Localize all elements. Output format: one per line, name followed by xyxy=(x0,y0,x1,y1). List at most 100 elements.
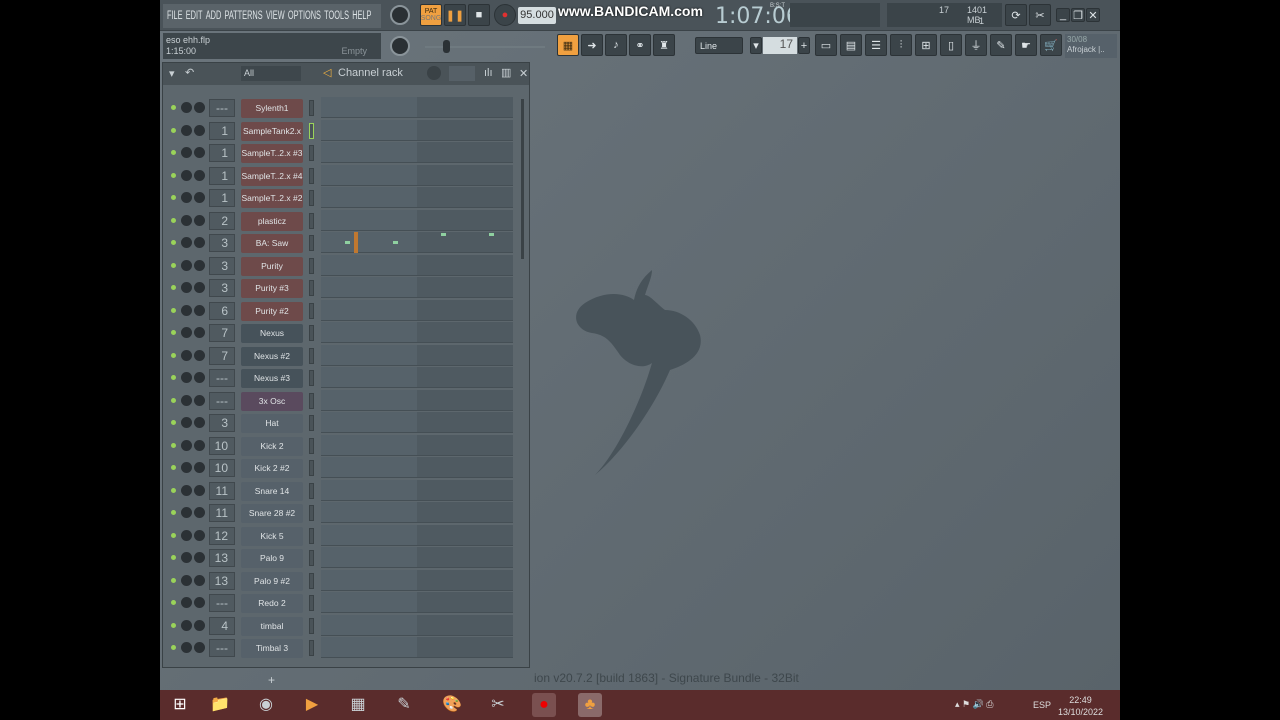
minimize-button[interactable]: _ xyxy=(1056,8,1070,22)
close-rack-icon[interactable]: ✕ xyxy=(519,67,528,80)
volume-knob[interactable] xyxy=(194,169,205,181)
channel-name-button[interactable]: Purity #3 xyxy=(241,279,303,298)
mixer-track-number[interactable]: 4 xyxy=(209,616,235,635)
calculator-icon[interactable]: ▦ xyxy=(346,693,370,717)
channel-select[interactable] xyxy=(309,212,314,229)
snap-select[interactable]: Line xyxy=(695,37,743,54)
channel-name-button[interactable]: Nexus #3 xyxy=(241,369,303,388)
pat-song-toggle[interactable]: PAT SONG xyxy=(420,4,442,26)
windows-start-icon[interactable]: ⊞ xyxy=(168,693,192,717)
channel-select[interactable] xyxy=(309,167,314,184)
pan-knob[interactable] xyxy=(181,282,192,293)
mute-led[interactable] xyxy=(171,195,176,200)
mixer-track-number[interactable]: 3 xyxy=(209,279,235,297)
channel-name-button[interactable]: BA: Saw xyxy=(241,234,303,253)
mixer-track-number[interactable]: 1 xyxy=(209,189,235,207)
step-sequencer-lane[interactable] xyxy=(321,614,513,636)
pan-knob[interactable] xyxy=(181,214,192,226)
mute-led[interactable] xyxy=(171,217,176,223)
volume-knob[interactable] xyxy=(194,304,205,316)
step-sequencer-lane[interactable] xyxy=(321,322,513,343)
volume-knob[interactable] xyxy=(194,552,205,563)
clock[interactable]: 22:49 13/10/2022 xyxy=(1058,694,1103,718)
menu-tools[interactable]: TOOLS xyxy=(324,10,349,22)
channel-select[interactable] xyxy=(309,460,314,476)
mute-led[interactable] xyxy=(171,555,176,560)
pan-knob[interactable] xyxy=(181,192,192,203)
volume-knob[interactable] xyxy=(194,642,205,653)
channel-name-button[interactable]: Snare 14 xyxy=(241,481,303,501)
step-sequencer-lane[interactable] xyxy=(321,209,513,231)
volume-knob[interactable] xyxy=(194,259,205,271)
volume-knob[interactable] xyxy=(194,327,205,338)
add-channel-button[interactable]: + xyxy=(268,673,275,687)
mute-led[interactable] xyxy=(171,532,176,538)
channel-select[interactable] xyxy=(309,617,314,634)
pan-knob[interactable] xyxy=(181,619,192,631)
volume-knob[interactable] xyxy=(194,349,205,361)
step-sequencer-lane[interactable] xyxy=(321,434,513,456)
channel-name-button[interactable]: SampleT..2.x #3 xyxy=(241,144,303,163)
step-sequencer-lane[interactable] xyxy=(321,637,513,658)
volume-knob[interactable] xyxy=(194,597,205,608)
tempo-display[interactable]: 95.000 xyxy=(518,7,556,24)
menu-patterns[interactable]: PATTERNS xyxy=(224,10,262,22)
channel-rack-icon[interactable]: ☰ xyxy=(865,34,887,56)
volume-knob[interactable] xyxy=(194,102,205,113)
channel-name-button[interactable]: Purity #2 xyxy=(241,301,303,321)
pan-knob[interactable] xyxy=(181,259,192,271)
channel-name-button[interactable]: Redo 2 xyxy=(241,594,303,613)
step-sequencer-lane[interactable] xyxy=(321,299,513,321)
menu-help[interactable]: HELP xyxy=(352,10,371,22)
channel-select[interactable] xyxy=(309,572,314,589)
mixer-track-number[interactable]: --- xyxy=(209,369,235,387)
channel-name-button[interactable]: Kick 5 xyxy=(241,526,303,546)
volume-knob[interactable] xyxy=(194,237,205,248)
volume-knob[interactable] xyxy=(194,192,205,203)
channel-name-button[interactable]: timbal xyxy=(241,616,303,636)
channel-select[interactable] xyxy=(309,392,314,409)
draw-icon[interactable]: ♪ xyxy=(605,34,627,56)
channel-select[interactable] xyxy=(309,325,314,341)
step-sequencer-lane[interactable] xyxy=(321,524,513,546)
mixer-track-number[interactable]: 12 xyxy=(209,526,235,545)
mixer-track-number[interactable]: --- xyxy=(209,639,235,657)
stop-button[interactable]: ■ xyxy=(468,4,490,26)
pan-knob[interactable] xyxy=(181,574,192,586)
undo-history-icon[interactable]: ⟳ xyxy=(1005,4,1027,26)
shop-icon[interactable]: 🛒 xyxy=(1040,34,1062,56)
pan-knob[interactable] xyxy=(181,304,192,316)
touch-icon[interactable]: ☛ xyxy=(1015,34,1037,56)
channel-select[interactable] xyxy=(309,280,314,296)
channel-select[interactable] xyxy=(309,302,314,319)
pan-knob[interactable] xyxy=(181,439,192,451)
channel-name-button[interactable]: Kick 2 #2 xyxy=(241,459,303,478)
mute-led[interactable] xyxy=(171,465,176,470)
volume-knob[interactable] xyxy=(194,147,205,158)
mixer-track-number[interactable]: 7 xyxy=(209,324,235,342)
record-button[interactable]: ● xyxy=(494,4,516,26)
graph-editor-icon[interactable]: ılı xyxy=(484,67,493,79)
file-explorer-icon[interactable]: 📁 xyxy=(208,693,232,717)
mute-led[interactable] xyxy=(171,330,176,335)
step-sequencer-lane[interactable] xyxy=(321,254,513,276)
snipping-tool-icon[interactable]: ✂ xyxy=(486,693,510,717)
mute-led[interactable] xyxy=(171,487,176,493)
step-sequencer-lane[interactable] xyxy=(321,479,513,501)
language-indicator[interactable]: ESP xyxy=(1033,700,1051,710)
step-sequencer-lane[interactable] xyxy=(321,232,513,253)
mixer-track-number[interactable]: --- xyxy=(209,99,235,117)
step-sequencer-lane[interactable] xyxy=(321,119,513,141)
volume-knob[interactable] xyxy=(194,417,205,428)
channel-select[interactable] xyxy=(309,415,314,431)
playlist-icon[interactable]: ▭ xyxy=(815,34,837,56)
menu-edit[interactable]: EDIT xyxy=(186,10,203,22)
mixer-track-number[interactable]: 1 xyxy=(209,121,235,140)
help-icon[interactable]: ✎ xyxy=(990,34,1012,56)
mute-led[interactable] xyxy=(171,420,176,425)
notepad-icon[interactable]: ✎ xyxy=(392,693,416,717)
mixer-track-number[interactable]: --- xyxy=(209,391,235,410)
metronome-icon[interactable]: ♜ xyxy=(653,34,675,56)
close-button[interactable]: ✕ xyxy=(1086,8,1100,22)
undo-icon[interactable]: ↶ xyxy=(185,66,194,79)
